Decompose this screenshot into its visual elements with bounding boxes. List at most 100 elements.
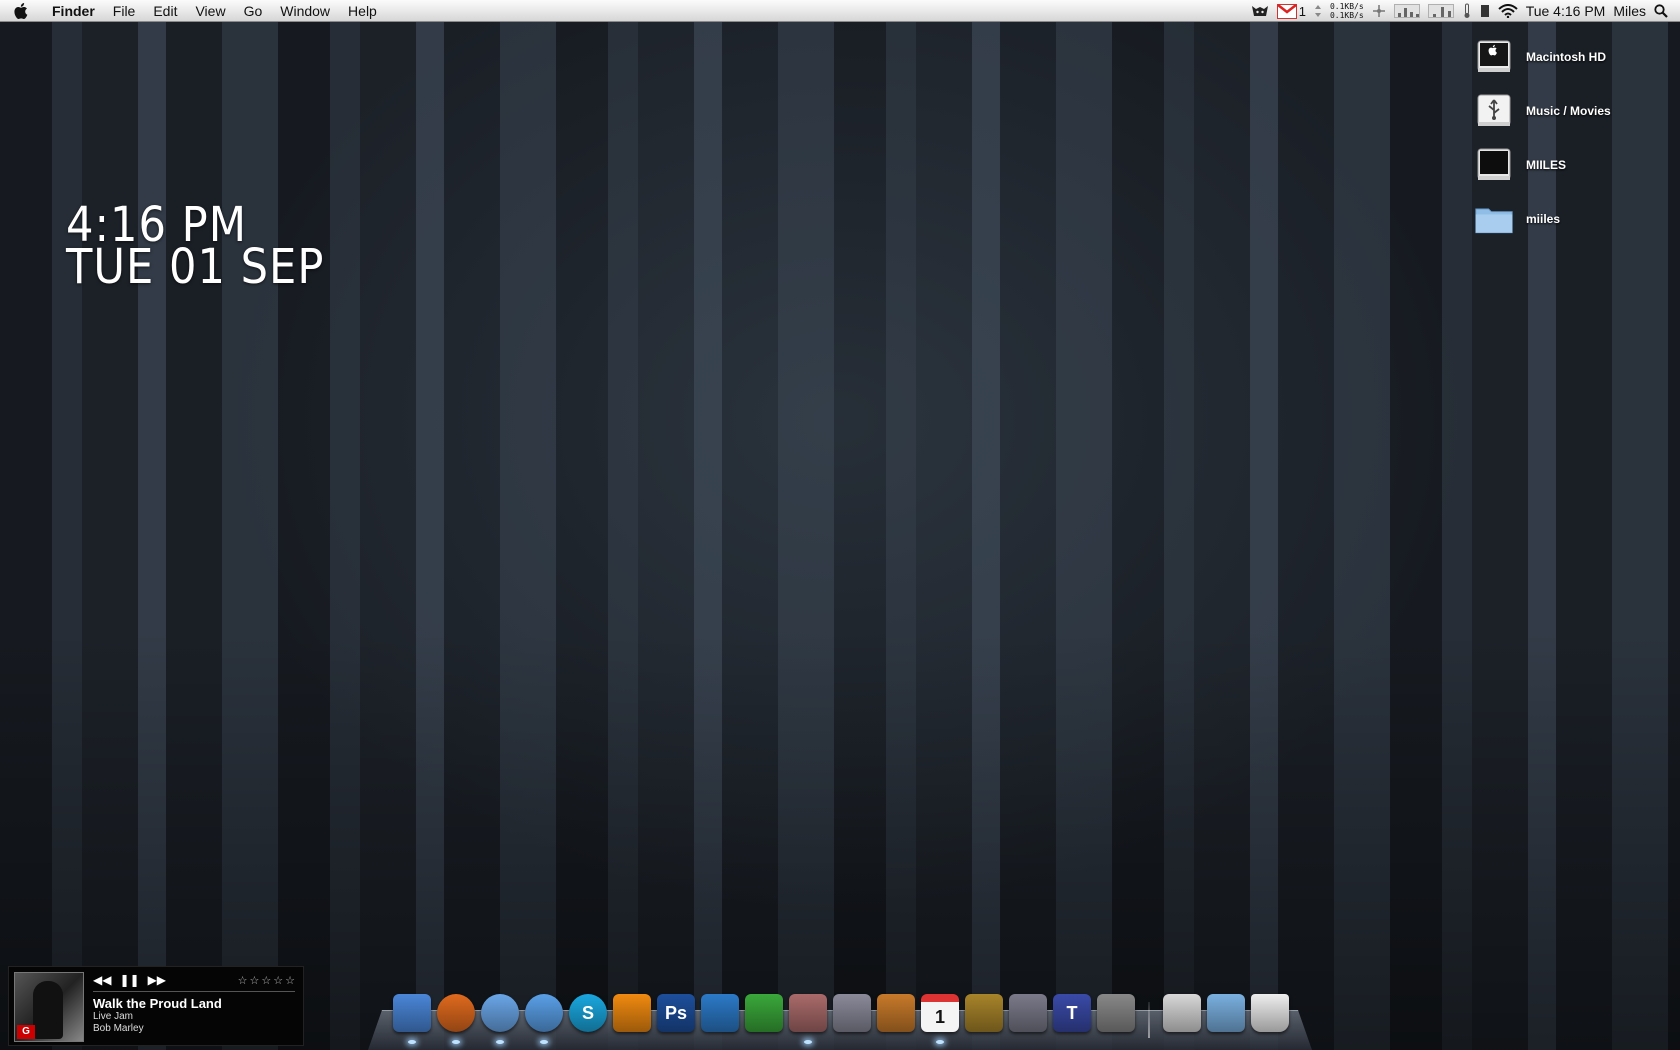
adium-icon [965, 994, 1003, 1032]
folder-icon [1474, 199, 1514, 239]
dock-item-ical[interactable]: 1 [920, 994, 960, 1044]
desktop-icon-label: Music / Movies [1526, 104, 1611, 118]
iphoto-icon [877, 994, 915, 1032]
menu-go[interactable]: Go [235, 0, 272, 22]
dock-item-finder[interactable] [392, 994, 432, 1044]
dock-item-trash[interactable] [1250, 994, 1290, 1038]
textmate-icon: T [1053, 994, 1091, 1032]
app-badge-icon: G [17, 1025, 35, 1039]
dock-item-preview-app[interactable] [788, 994, 828, 1044]
star-icon[interactable]: ☆ [285, 974, 295, 987]
trash-icon [1251, 994, 1289, 1032]
menu-help[interactable]: Help [339, 0, 386, 22]
memory-graph-icon [1427, 4, 1454, 18]
desktop-icon-miiles-drive[interactable]: MIILES [1474, 138, 1674, 192]
desktop-icon-music-movies[interactable]: Music / Movies [1474, 84, 1674, 138]
next-track-icon[interactable]: ▶▶ [148, 974, 166, 986]
desktop-icons: Macintosh HD Music / Movies MIILES miile… [1474, 30, 1674, 246]
desktop-icon-label: miiles [1526, 212, 1561, 226]
fast-user-switch[interactable]: Miles [1613, 3, 1646, 19]
vlc-icon [613, 994, 651, 1032]
finder-icon [393, 994, 431, 1032]
dock-item-system-preferences[interactable] [1096, 994, 1136, 1038]
menu-app-finder[interactable]: Finder [44, 0, 104, 22]
dock-item-iphoto[interactable] [876, 994, 916, 1038]
desktop-icon-macintosh-hd[interactable]: Macintosh HD [1474, 30, 1674, 84]
dock-item-itunes[interactable] [480, 994, 520, 1044]
menu-bar: Finder File Edit View Go Window Help 1 0… [0, 0, 1680, 22]
net-down-rate: 0.1KB/s [1329, 11, 1364, 20]
skype-icon: S [569, 994, 607, 1032]
dock-item-address-book[interactable] [832, 994, 872, 1038]
wifi-icon[interactable] [1498, 0, 1518, 22]
previous-track-icon[interactable]: ◀◀ [93, 974, 111, 986]
imovie-icon [1009, 994, 1047, 1032]
running-indicator [936, 1040, 944, 1044]
dock-item-folder-stack[interactable] [1206, 994, 1246, 1038]
preview-app-icon [789, 994, 827, 1032]
dock-item-textmate[interactable]: T [1052, 994, 1092, 1038]
net-up-rate: 0.1KB/s [1329, 2, 1364, 11]
gmail-icon [1276, 3, 1297, 19]
dock-item-imovie[interactable] [1008, 994, 1048, 1038]
menu-view[interactable]: View [186, 0, 234, 22]
running-indicator [496, 1040, 504, 1044]
menu-edit[interactable]: Edit [144, 0, 186, 22]
desktop-icon-label: Macintosh HD [1526, 50, 1607, 64]
documents-stack-icon [1163, 994, 1201, 1032]
track-artist: Bob Marley [93, 1023, 144, 1034]
hard-drive-icon [1474, 37, 1514, 77]
photoshop-icon: Ps [657, 994, 695, 1032]
desktop-clock-date: TUE 01 SEP [66, 239, 325, 295]
dock-item-ichat[interactable] [524, 994, 564, 1044]
cpu-graph-icon [1393, 4, 1420, 18]
menu-window[interactable]: Window [271, 0, 339, 22]
dock-item-adium[interactable] [964, 994, 1004, 1038]
star-icon[interactable]: ☆ [261, 974, 271, 987]
dock-separator[interactable] [1148, 1002, 1150, 1038]
track-album: Live Jam [93, 1011, 134, 1022]
usb-drive-icon [1474, 91, 1514, 131]
pause-icon[interactable]: ❚❚ [119, 974, 139, 986]
network-activity-icon [1372, 0, 1386, 22]
system-preferences-icon [1097, 994, 1135, 1032]
dock-item-word-press[interactable] [700, 994, 740, 1038]
external-drive-icon [1474, 145, 1514, 185]
dock-item-firefox[interactable] [436, 994, 476, 1044]
word-press-icon [701, 994, 739, 1032]
firefox-icon [437, 994, 475, 1032]
temperature-icon [1462, 0, 1472, 22]
star-icon[interactable]: ☆ [238, 974, 248, 987]
desktop-icon-label: MIILES [1526, 158, 1567, 172]
menubar-clock[interactable]: Tue 4:16 PM [1526, 3, 1606, 19]
menu-file[interactable]: File [104, 0, 145, 22]
growl-cat-icon[interactable] [1251, 0, 1269, 22]
running-indicator [408, 1040, 416, 1044]
dock-item-scrivener[interactable] [744, 994, 784, 1038]
star-icon[interactable]: ☆ [273, 974, 283, 987]
album-art[interactable]: G [14, 972, 84, 1042]
desktop-icon-miiles-folder[interactable]: miiles [1474, 192, 1674, 246]
mail-count: 1 [1298, 3, 1306, 19]
star-icon[interactable]: ☆ [250, 974, 260, 987]
address-book-icon [833, 994, 871, 1032]
dock-item-photoshop[interactable]: Ps [656, 994, 696, 1038]
running-indicator [804, 1040, 812, 1044]
apple-menu-icon[interactable] [0, 0, 44, 22]
running-indicator [452, 1040, 460, 1044]
now-playing-widget: G ◀◀ ❚❚ ▶▶ ☆ ☆ ☆ ☆ ☆ Walk the Proud Land… [8, 966, 304, 1046]
desktop-clock-widget: 4:16 PM TUE 01 SEP [66, 201, 325, 295]
player-divider [93, 991, 295, 992]
spotlight-search-icon[interactable] [1654, 0, 1668, 22]
rating-stars[interactable]: ☆ ☆ ☆ ☆ ☆ [238, 974, 295, 987]
track-title: Walk the Proud Land [93, 996, 222, 1011]
dock-item-documents-stack[interactable] [1162, 994, 1202, 1038]
ical-icon: 1 [921, 994, 959, 1032]
disk-activity-icon [1480, 0, 1490, 22]
network-rates: 0.1KB/s 0.1KB/s [1330, 2, 1364, 20]
gmail-notifier[interactable]: 1 [1276, 0, 1306, 22]
dock-item-vlc[interactable] [612, 994, 652, 1038]
scrivener-icon [745, 994, 783, 1032]
folder-stack-icon [1207, 994, 1245, 1032]
dock-item-skype[interactable]: S [568, 994, 608, 1038]
